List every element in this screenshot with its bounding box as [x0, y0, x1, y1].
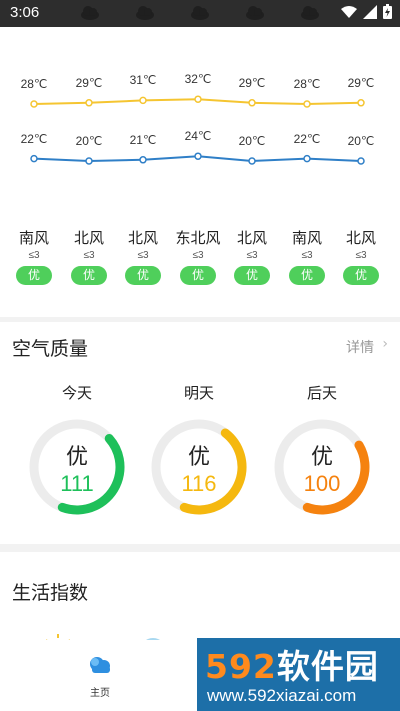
aqi-level: 优: [65, 445, 88, 470]
battery-icon: [383, 4, 392, 19]
high-temp-label: 28℃: [293, 77, 321, 91]
air-quality-title: 空气质量: [12, 338, 89, 360]
high-temp-point: [30, 100, 38, 108]
high-temp-label: 28℃: [20, 77, 48, 91]
high-temp-point: [357, 99, 365, 107]
tab-home[interactable]: 主页: [70, 654, 130, 699]
temperature-trend-chart: [30, 95, 365, 165]
high-temp-label: 29℃: [238, 75, 266, 90]
wind-direction: 南风: [291, 229, 322, 247]
aqi-badge: 优: [16, 266, 52, 285]
wind-day-column: 南风 ≤3 优: [279, 227, 335, 285]
high-temp-point: [85, 99, 93, 107]
wind-level: ≤3: [137, 250, 149, 261]
cloud-icon: [301, 6, 319, 20]
low-temp-label: 20℃: [75, 134, 103, 148]
aqi-badge: 优: [343, 266, 379, 285]
watermark-brand: 592软件园: [205, 647, 379, 686]
watermark-url: www.592xiazai.com: [207, 686, 357, 705]
low-temp-label: 21℃: [129, 132, 157, 147]
wind-day-column: 北风 ≤3 优: [333, 227, 389, 285]
cloud-icon: [90, 657, 110, 673]
aqi-day-label: 后天: [306, 384, 337, 402]
high-temp-point: [139, 96, 147, 105]
aqi-level: 优: [310, 445, 333, 470]
forecast-trend-card: 28℃ 29℃ 31℃ 32℃ 29℃ 28℃ 29℃ 22℃ 20℃ 21℃ 24℃ 20℃ 22℃ 2…: [0, 27, 400, 317]
chevron-right-icon[interactable]: ›: [382, 336, 388, 352]
low-temp-point: [85, 157, 93, 165]
life-index-title: 生活指数: [12, 582, 89, 604]
wind-day-column: 北风 ≤3 优: [115, 227, 171, 285]
wind-level: ≤3: [28, 250, 40, 261]
low-temp-point: [303, 154, 311, 163]
signal-icon: [363, 4, 377, 19]
aqi-badge: 优: [234, 266, 270, 285]
low-temp-point: [194, 152, 202, 160]
status-time: 3:06: [10, 4, 40, 21]
status-bar: 3:06: [0, 0, 400, 27]
wind-direction: 东北风: [175, 229, 221, 247]
high-temp-label: 31℃: [129, 73, 157, 88]
aqi-badge: 优: [125, 266, 161, 285]
wind-direction: 北风: [345, 229, 376, 247]
wind-day-column: 北风 ≤3 优: [61, 227, 117, 285]
low-temp-label: 20℃: [347, 134, 375, 148]
wifi-icon: [341, 5, 357, 18]
aqi-day-label: 明天: [183, 384, 214, 402]
low-temp-point: [248, 157, 256, 165]
wind-level: ≤3: [301, 250, 313, 261]
wind-level: ≤3: [246, 250, 258, 261]
aqi-day-label: 今天: [61, 384, 92, 402]
low-temp-point: [139, 156, 147, 164]
aqi-badge: 优: [71, 266, 107, 285]
aqi-gauge: 优 111: [27, 417, 127, 517]
high-temp-label: 32℃: [184, 72, 212, 87]
low-temp-label: 22℃: [20, 131, 48, 146]
low-temp-point: [30, 154, 38, 163]
aqi-gauge: 优 116: [149, 417, 249, 517]
wind-day-column: 东北风 ≤3 优: [170, 227, 226, 285]
air-quality-card: 空气质量 详情 › 今天优 111 明天优 116 后天优 100: [0, 322, 400, 544]
wind-direction: 北风: [127, 229, 158, 247]
tab-home-label: 主页: [90, 688, 110, 699]
aqi-gauge: 优 100: [272, 417, 372, 517]
wind-direction: 北风: [236, 229, 267, 247]
aqi-badge: 优: [180, 266, 216, 285]
high-temp-label: 29℃: [347, 75, 375, 90]
air-quality-detail-link[interactable]: 详情: [346, 337, 374, 357]
cloud-icon: [81, 6, 99, 20]
low-temp-point: [357, 157, 365, 165]
wind-day-column: 北风 ≤3 优: [224, 227, 280, 285]
watermark: 592软件园 www.592xiazai.com: [197, 638, 400, 711]
cloud-icon: [246, 6, 264, 20]
wind-day-column: 南风 ≤3 优: [6, 227, 62, 285]
low-temp-label: 24℃: [184, 129, 212, 144]
high-temp-point: [248, 99, 256, 107]
aqi-value: 116: [181, 471, 217, 496]
high-temp-point: [194, 95, 202, 103]
aqi-level: 优: [187, 445, 210, 470]
wind-direction: 南风: [18, 229, 49, 247]
cloud-icon: [136, 6, 154, 20]
high-temp-point: [303, 100, 311, 108]
low-temp-label: 20℃: [238, 134, 266, 148]
wind-level: ≤3: [192, 250, 204, 261]
system-icons: [341, 4, 392, 19]
aqi-value: 111: [60, 471, 94, 496]
wind-direction: 北风: [73, 229, 104, 247]
aqi-badge: 优: [289, 266, 325, 285]
aqi-value: 100: [303, 471, 341, 496]
wind-level: ≤3: [355, 250, 367, 261]
wind-level: ≤3: [83, 250, 95, 261]
low-temp-label: 22℃: [293, 131, 321, 146]
cloud-icon: [191, 6, 209, 20]
high-temp-label: 29℃: [75, 75, 103, 90]
